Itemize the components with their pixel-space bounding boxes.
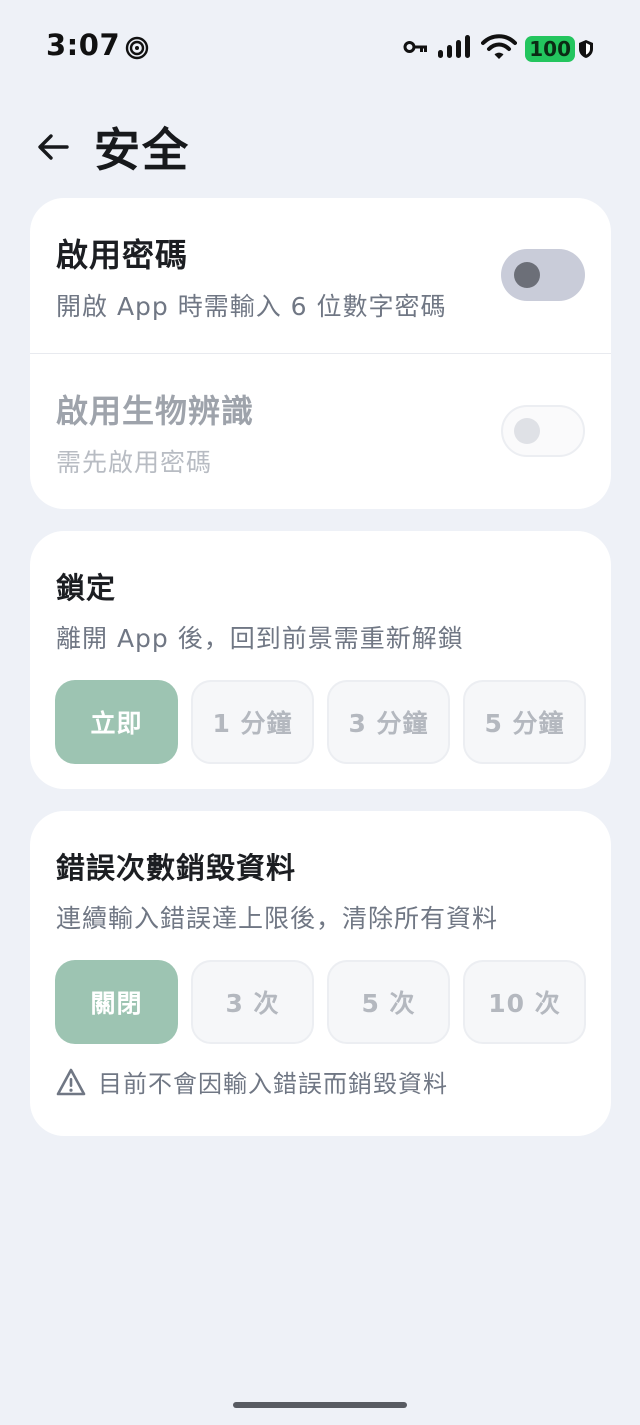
toggle-knob xyxy=(514,262,540,288)
warning-icon xyxy=(56,1068,86,1095)
lock-option-3min[interactable]: 3 分鐘 xyxy=(327,680,450,764)
wifi-icon xyxy=(481,34,518,64)
wipe-warning-text: 目前不會因輸入錯誤而銷毀資料 xyxy=(98,1070,448,1098)
battery-level: 100 xyxy=(525,36,575,62)
wipe-option-5[interactable]: 5 次 xyxy=(327,960,450,1044)
passcode-subtitle: 開啟 App 時需輸入 6 位數字密碼 xyxy=(56,292,447,321)
spiral-icon xyxy=(125,36,149,60)
lock-card: 鎖定 離開 App 後，回到前景需重新解鎖 立即 1 分鐘 3 分鐘 5 分鐘 xyxy=(30,531,611,789)
passcode-title: 啟用密碼 xyxy=(56,236,189,274)
lock-options: 立即 1 分鐘 3 分鐘 5 分鐘 xyxy=(55,680,586,764)
biometric-row: 啟用生物辨識 需先啟用密碼 xyxy=(30,354,611,509)
wipe-option-3[interactable]: 3 次 xyxy=(191,960,314,1044)
passcode-row: 啟用密碼 開啟 App 時需輸入 6 位數字密碼 xyxy=(30,198,611,353)
passcode-card: 啟用密碼 開啟 App 時需輸入 6 位數字密碼 啟用生物辨識 需先啟用密碼 xyxy=(30,198,611,509)
wipe-title: 錯誤次數銷毀資料 xyxy=(56,851,297,885)
lock-title: 鎖定 xyxy=(56,571,117,605)
wipe-card: 錯誤次數銷毀資料 連續輸入錯誤達上限後，清除所有資料 關閉 3 次 5 次 10… xyxy=(30,811,611,1136)
status-time: 3:07 xyxy=(46,28,121,62)
wipe-option-off[interactable]: 關閉 xyxy=(55,960,178,1044)
home-indicator[interactable] xyxy=(233,1402,407,1408)
shield-icon xyxy=(579,40,593,58)
status-bar: 3:07 100 xyxy=(0,0,640,96)
lock-subtitle: 離開 App 後，回到前景需重新解鎖 xyxy=(56,624,464,653)
wipe-subtitle: 連續輸入錯誤達上限後，清除所有資料 xyxy=(56,904,499,933)
biometric-subtitle: 需先啟用密碼 xyxy=(56,448,213,477)
toggle-knob xyxy=(514,418,540,444)
battery-icon: 100 xyxy=(525,36,594,62)
biometric-title: 啟用生物辨識 xyxy=(56,392,255,430)
lock-option-1min[interactable]: 1 分鐘 xyxy=(191,680,314,764)
arrow-left-icon xyxy=(38,134,69,160)
wipe-warning: 目前不會因輸入錯誤而銷毀資料 xyxy=(56,1064,448,1099)
wipe-options: 關閉 3 次 5 次 10 次 xyxy=(55,960,586,1044)
wipe-option-10[interactable]: 10 次 xyxy=(463,960,586,1044)
key-icon xyxy=(403,39,429,59)
page-title: 安全 xyxy=(94,123,190,177)
lock-option-5min[interactable]: 5 分鐘 xyxy=(463,680,586,764)
page-header: 安全 xyxy=(36,112,190,182)
back-button[interactable] xyxy=(36,130,70,164)
lock-option-immediate[interactable]: 立即 xyxy=(55,680,178,764)
biometric-toggle[interactable] xyxy=(501,405,585,457)
signal-icon xyxy=(437,35,473,63)
passcode-toggle[interactable] xyxy=(501,249,585,301)
status-icons: 100 xyxy=(403,32,594,66)
